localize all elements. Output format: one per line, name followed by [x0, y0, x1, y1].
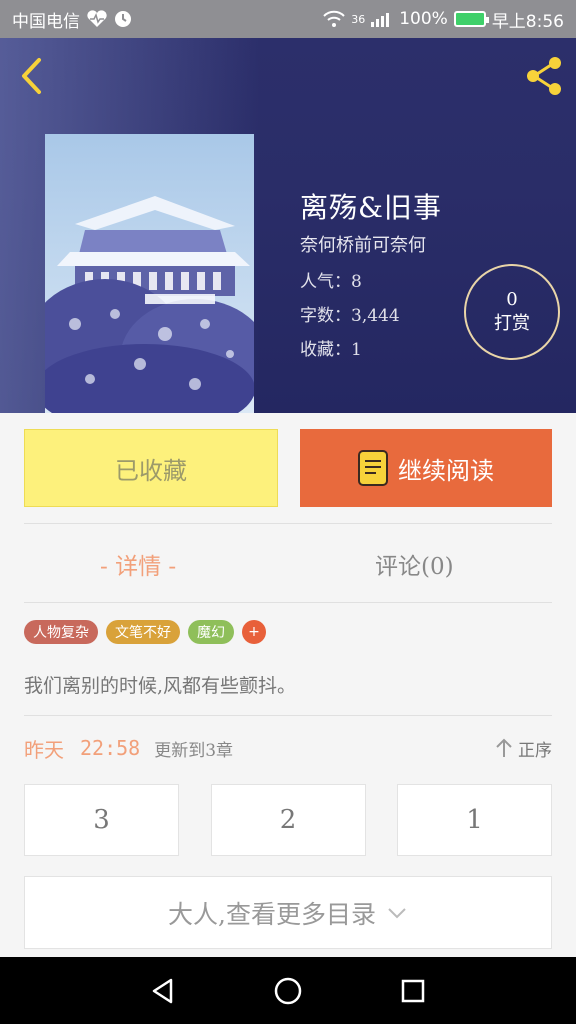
wifi-icon [323, 10, 345, 28]
book-cover[interactable] [45, 134, 254, 413]
square-recents-icon [402, 979, 425, 1002]
back-button[interactable] [14, 56, 48, 96]
more-catalog-button[interactable]: 大人,查看更多目录 [24, 876, 552, 949]
arrow-up-icon [496, 738, 512, 757]
system-nav-bar [0, 957, 576, 1024]
tag-chip[interactable]: 人物复杂 [24, 620, 98, 644]
clock-icon [114, 10, 132, 28]
reward-button[interactable]: 0 打赏 [464, 264, 560, 360]
add-tag-button[interactable]: + [242, 620, 266, 644]
word-count-stat: 字数：3,444 [300, 306, 400, 326]
chapter-button[interactable]: 2 [210, 784, 366, 856]
more-catalog-label: 大人,查看更多目录 [168, 899, 376, 929]
carrier-label: 中国电信 [12, 11, 80, 32]
nav-back-button[interactable] [139, 967, 187, 1015]
signal-icon [371, 11, 393, 27]
battery-icon [453, 11, 489, 27]
divider [24, 523, 552, 524]
battery-percent: 100% [399, 9, 448, 29]
status-bar: 中国电信 36 100% 早上8:56 [0, 0, 576, 38]
tab-details[interactable]: - 详情 - [100, 546, 176, 582]
share-icon [527, 57, 561, 95]
share-button[interactable] [522, 54, 566, 98]
collected-button[interactable]: 已收藏 [24, 429, 278, 507]
tag-chip[interactable]: 魔幻 [188, 620, 234, 644]
chapter-button[interactable]: 3 [24, 784, 179, 856]
tag-list: 人物复杂 文笔不好 魔幻 + [24, 620, 266, 644]
popularity-stat: 人气：8 [300, 272, 362, 292]
clock-time: 早上8:56 [491, 11, 564, 32]
update-info: 昨天 22:58 更新到3章 正序 [24, 733, 552, 763]
divider [24, 602, 552, 603]
triangle-back-icon [152, 978, 172, 1003]
divider [24, 715, 552, 716]
book-author[interactable]: 奈何桥前可奈何 [300, 231, 426, 257]
book-header: 离殇&旧事 奈何桥前可奈何 人气：8 字数：3,444 收藏：1 0 打赏 [0, 38, 576, 413]
nav-recents-button[interactable] [389, 967, 437, 1015]
update-day: 昨天 [24, 737, 64, 762]
tag-chip[interactable]: 文笔不好 [106, 620, 180, 644]
collected-label: 已收藏 [115, 456, 187, 485]
network-label: 36 [351, 12, 366, 26]
book-icon [358, 450, 388, 486]
sort-label: 正序 [518, 740, 552, 761]
cover-image [45, 134, 254, 413]
circle-home-icon [274, 977, 302, 1004]
nav-home-button[interactable] [264, 967, 312, 1015]
chevron-down-icon [388, 907, 406, 918]
chapter-list: 3 2 1 [24, 784, 552, 856]
reward-label: 打赏 [494, 313, 530, 334]
tab-comments[interactable]: 评论(0) [375, 546, 454, 582]
heartbeat-icon [86, 10, 108, 28]
book-title: 离殇&旧事 [300, 191, 442, 224]
favorites-stat: 收藏：1 [300, 340, 362, 360]
chapter-button[interactable]: 1 [397, 784, 552, 856]
update-note: 更新到3章 [154, 740, 234, 761]
continue-reading-button[interactable]: 继续阅读 [300, 429, 552, 507]
sort-toggle[interactable]: 正序 [494, 736, 552, 761]
continue-reading-label: 继续阅读 [398, 456, 494, 485]
chevron-left-icon [22, 58, 41, 94]
update-time: 22:58 [80, 736, 141, 760]
reward-count: 0 [506, 289, 518, 310]
book-intro: 我们离别的时候,风都有些颤抖。 [24, 675, 297, 697]
